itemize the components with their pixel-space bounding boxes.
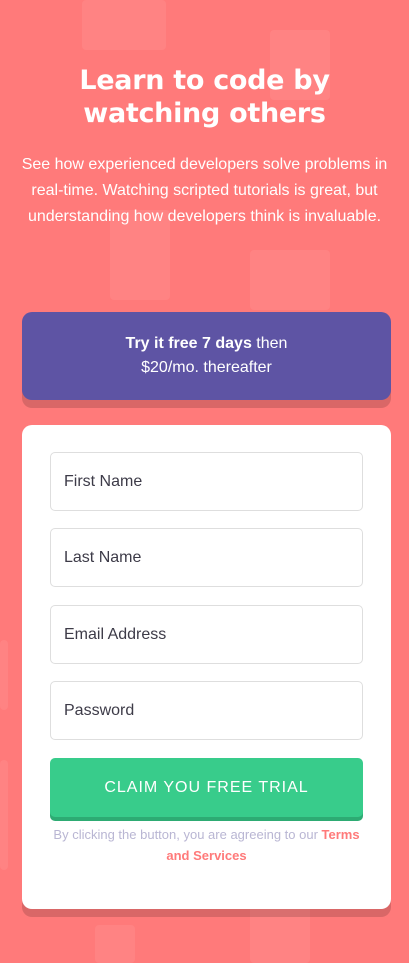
signup-form: CLAIM YOU FREE TRIAL By clicking the but… — [22, 425, 391, 909]
password-field-wrapper — [50, 681, 363, 740]
promo-line-1: Try it free 7 days then — [22, 332, 391, 356]
intro-section: Learn to code by watching others See how… — [20, 64, 389, 230]
terms-notice: By clicking the button, you are agreeing… — [50, 824, 363, 866]
first-name-input[interactable] — [64, 453, 362, 510]
promo-text-after-bold: then — [256, 335, 288, 352]
promo-bold-text: Try it free 7 days — [125, 335, 252, 352]
terms-text: By clicking the button, you are agreeing… — [53, 827, 318, 842]
last-name-field-wrapper — [50, 528, 363, 587]
email-input[interactable] — [64, 606, 362, 663]
promo-line-2: $20/mo. thereafter — [141, 359, 272, 376]
page-title: Learn to code by watching others — [79, 65, 330, 129]
password-input[interactable] — [64, 682, 362, 739]
first-name-field-wrapper — [50, 452, 363, 511]
email-field-wrapper — [50, 605, 363, 664]
last-name-input[interactable] — [64, 529, 362, 586]
page-description: See how experienced developers solve pro… — [21, 156, 388, 225]
claim-trial-button[interactable]: CLAIM YOU FREE TRIAL — [50, 758, 363, 817]
promo-banner: Try it free 7 days then $20/mo. thereaft… — [22, 312, 391, 400]
